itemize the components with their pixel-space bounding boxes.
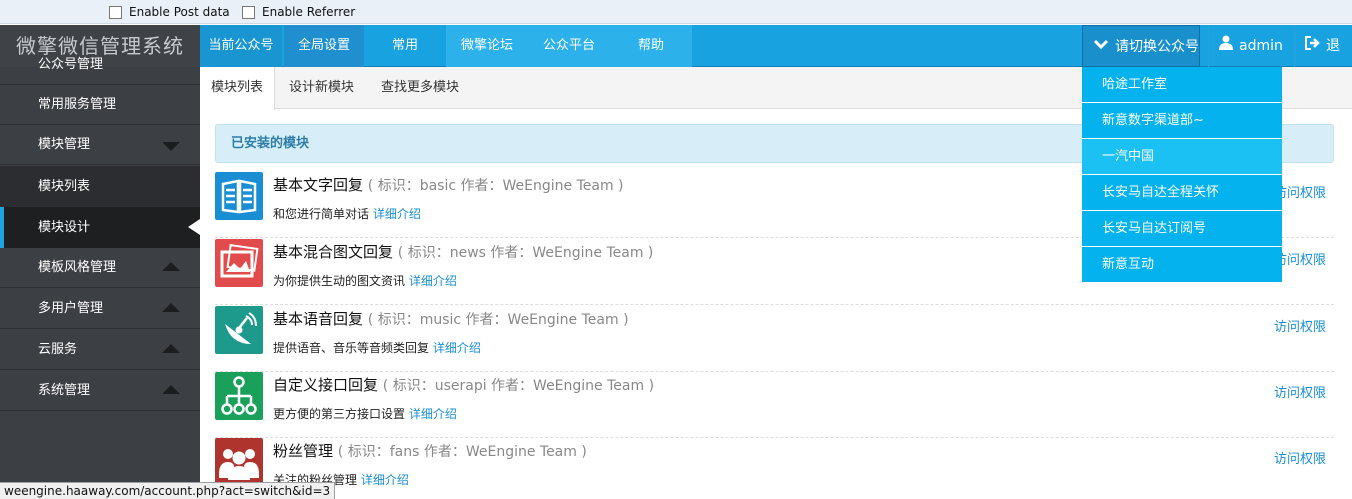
module-name: 自定义接口回复	[273, 376, 379, 394]
user-name: admin	[1239, 38, 1283, 54]
sidebar-item-modules[interactable]: 模块管理	[0, 125, 200, 165]
nav-common[interactable]: 常用	[364, 25, 446, 67]
sidebar-item-label: 多用户管理	[38, 301, 104, 316]
module-title: 粉丝管理 ( 标识：fans 作者：WeEngine Team )	[273, 440, 587, 461]
module-title: 自定义接口回复 ( 标识：userapi 作者：WeEngine Team )	[273, 374, 654, 395]
module-name: 粉丝管理	[273, 442, 334, 460]
account-option[interactable]: 一汽中国	[1082, 139, 1282, 175]
caret-down-icon	[162, 142, 180, 151]
debug-toolbar: Enable Post data Enable Referrer	[0, 0, 1352, 24]
enable-referrer-checkbox[interactable]: Enable Referrer	[242, 5, 355, 19]
module-meta: ( 标识：music 作者：WeEngine Team )	[367, 312, 629, 328]
checkbox-box[interactable]	[242, 5, 255, 19]
text-icon	[215, 172, 263, 220]
sidebar-item-system[interactable]: 系统管理	[0, 371, 200, 411]
module-permission-link[interactable]: 访问权限	[1274, 316, 1326, 335]
checkbox-label: Enable Post data	[129, 5, 230, 19]
caret-up-icon	[162, 385, 180, 394]
account-option[interactable]: 长安马自达全程关怀	[1082, 175, 1282, 211]
module-permission-link[interactable]: 访问权限	[1274, 382, 1326, 401]
switch-account-dropdown: 哈途工作室 新意数字渠道部~ 一汽中国 长安马自达全程关怀 长安马自达订阅号 新…	[1082, 67, 1282, 282]
module-meta: ( 标识：basic 作者：WeEngine Team )	[367, 178, 624, 194]
sidebar-item-account-manage[interactable]: 公众号管理	[0, 45, 200, 85]
nav-forum[interactable]: 微擎论坛	[446, 25, 528, 67]
module-description: 提供语音、音乐等音频类回复 详细介绍	[273, 339, 481, 356]
sidebar-sub-module-list[interactable]: 模块列表	[0, 166, 200, 207]
tab-design-new-module[interactable]: 设计新模块	[278, 67, 365, 109]
nav-public-platform[interactable]: 公众平台	[528, 25, 610, 67]
caret-up-icon	[162, 303, 180, 312]
nav-global-settings[interactable]: 全局设置	[284, 25, 364, 67]
browser-status-url: weengine.haaway.com/account.php?act=swit…	[0, 482, 336, 499]
enable-post-data-checkbox[interactable]: Enable Post data	[109, 5, 230, 19]
sidebar-sub-module-design[interactable]: 模块设计	[0, 207, 200, 248]
sidebar-item-templates[interactable]: 模板风格管理	[0, 248, 200, 288]
top-navbar: 微擎微信管理系统 当前公众号 全局设置 常用 微擎论坛 公众平台 帮助 请切换公…	[0, 25, 1352, 96]
sidebar-item-label: 云服务	[38, 342, 78, 357]
sidebar-item-cloud[interactable]: 云服务	[0, 330, 200, 370]
module-title: 基本混合图文回复 ( 标识：news 作者：WeEngine Team )	[273, 241, 653, 262]
module-meta: ( 标识：fans 作者：WeEngine Team )	[337, 444, 587, 460]
module-desc-text: 提供语音、音乐等音频类回复	[273, 341, 430, 355]
module-row: 粉丝管理 ( 标识：fans 作者：WeEngine Team ) 关注的粉丝管…	[215, 438, 1334, 499]
sidebar: 公众号管理 常用服务管理 模块管理 模块列表 模块设计 模板风格管理 多用户管理…	[0, 57, 200, 499]
sidebar-item-label: 模块设计	[38, 220, 91, 235]
checkbox-label: Enable Referrer	[262, 5, 356, 19]
switch-account-button[interactable]: 请切换公众号	[1082, 25, 1200, 67]
network-icon	[215, 372, 263, 420]
module-name: 基本语音回复	[273, 310, 364, 328]
module-details-link[interactable]: 详细介绍	[409, 274, 457, 288]
user-menu[interactable]: admin	[1208, 25, 1292, 67]
module-row: 基本语音回复 ( 标识：music 作者：WeEngine Team ) 提供语…	[215, 306, 1334, 372]
user-icon	[1219, 25, 1233, 67]
module-details-link[interactable]: 详细介绍	[433, 341, 481, 355]
nav-current-account[interactable]: 当前公众号	[200, 25, 282, 67]
module-name: 基本混合图文回复	[273, 243, 394, 261]
logout-button[interactable]: 退出	[1294, 25, 1352, 96]
module-details-link[interactable]: 详细介绍	[361, 473, 409, 487]
users-icon	[215, 438, 263, 486]
account-option[interactable]: 长安马自达订阅号	[1082, 211, 1282, 247]
tab-find-more-modules[interactable]: 查找更多模块	[370, 67, 470, 109]
sidebar-item-label: 模板风格管理	[38, 260, 117, 275]
account-option[interactable]: 哈途工作室	[1082, 67, 1282, 103]
logout-icon	[1305, 25, 1320, 67]
module-desc-text: 更方便的第三方接口设置	[273, 407, 406, 421]
sidebar-item-label: 模块管理	[38, 137, 91, 152]
switch-account-label: 请切换公众号	[1115, 39, 1199, 55]
module-details-link[interactable]: 详细介绍	[373, 207, 421, 221]
sidebar-item-label: 系统管理	[38, 383, 91, 398]
dish-icon	[215, 306, 263, 354]
caret-up-icon	[162, 344, 180, 353]
account-option[interactable]: 新意互动	[1082, 247, 1282, 282]
sidebar-item-multi-user[interactable]: 多用户管理	[0, 289, 200, 329]
module-title: 基本文字回复 ( 标识：basic 作者：WeEngine Team )	[273, 174, 624, 195]
module-meta: ( 标识：news 作者：WeEngine Team )	[397, 245, 654, 261]
module-title: 基本语音回复 ( 标识：music 作者：WeEngine Team )	[273, 308, 629, 329]
module-name: 基本文字回复	[273, 176, 364, 194]
module-desc-text: 为你提供生动的图文资讯	[273, 274, 406, 288]
module-row: 自定义接口回复 ( 标识：userapi 作者：WeEngine Team ) …	[215, 372, 1334, 438]
account-option[interactable]: 新意数字渠道部~	[1082, 103, 1282, 139]
tab-module-list[interactable]: 模块列表	[200, 67, 276, 110]
caret-up-icon	[162, 262, 180, 271]
nav-help[interactable]: 帮助	[610, 25, 692, 67]
module-desc-text: 和您进行简单对话	[273, 207, 370, 221]
module-description: 更方便的第三方接口设置 详细介绍	[273, 405, 457, 422]
module-description: 和您进行简单对话 详细介绍	[273, 205, 421, 222]
module-permission-link[interactable]: 访问权限	[1274, 448, 1326, 467]
module-description: 为你提供生动的图文资讯 详细介绍	[273, 272, 457, 289]
picture-icon	[215, 239, 263, 287]
chevron-down-icon	[1093, 26, 1109, 68]
module-details-link[interactable]: 详细介绍	[409, 407, 457, 421]
checkbox-box[interactable]	[109, 5, 122, 19]
module-meta: ( 标识：userapi 作者：WeEngine Team )	[382, 378, 655, 394]
active-pointer-icon	[188, 219, 200, 235]
sidebar-item-common-services[interactable]: 常用服务管理	[0, 85, 200, 125]
